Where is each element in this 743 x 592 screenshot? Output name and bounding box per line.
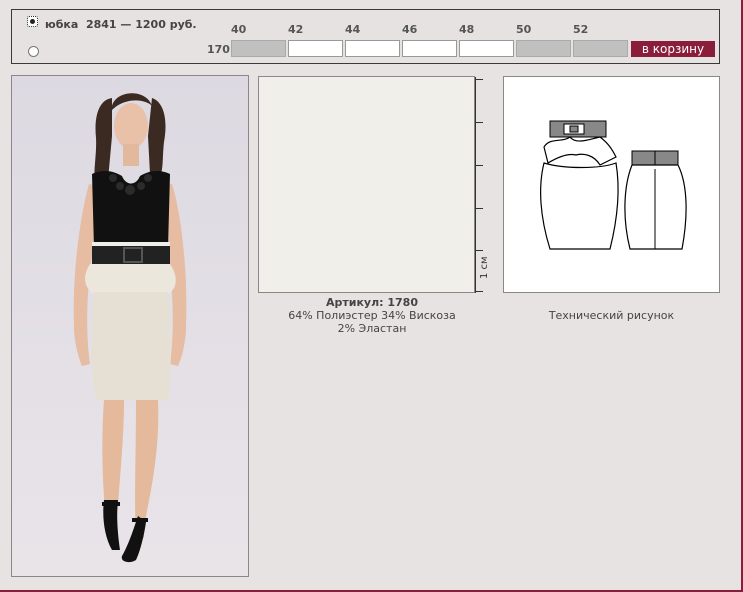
variant-radio-selected[interactable] [27,16,38,27]
size-label-52: 52 [573,23,589,36]
product-name: юбка [45,18,79,31]
size-cell-46[interactable] [402,40,457,57]
ruler-tick [475,165,483,166]
product-price: 1200 руб. [135,18,197,31]
size-cell-52 [573,40,628,57]
size-cell-40 [231,40,286,57]
composition-line-2: 2% Эластан [337,322,407,335]
product-code: 2841 [85,18,117,31]
ruler-tick [475,122,483,123]
add-to-cart-button[interactable]: в корзину [631,41,715,57]
size-label-44: 44 [345,23,361,36]
title-separator: — [120,18,132,31]
ruler-tick [475,79,483,80]
ruler-tick [475,291,483,292]
model-figure-image [73,93,187,563]
ruler-tick [475,208,483,209]
size-label-50: 50 [516,23,532,36]
composition-line-1: 64% Полиэстер 34% Вискоза [288,309,456,322]
product-title: юбка 2841 — 1200 руб. [45,18,197,31]
ruler-label: 1 см [479,256,490,279]
technical-drawing-caption: Технический рисунок [548,309,675,322]
skirt-sketch [540,120,687,250]
size-cell-42[interactable] [288,40,343,57]
size-label-42: 42 [288,23,304,36]
ruler-tick [475,250,483,251]
model-photo [11,75,249,577]
ruler-line [475,77,476,293]
size-label-40: 40 [231,23,247,36]
size-cell-44[interactable] [345,40,400,57]
article-number: Артикул: 1780 [325,296,418,309]
size-cell-50 [516,40,571,57]
technical-drawing [503,76,720,293]
size-label-48: 48 [459,23,475,36]
variant-radio[interactable] [28,46,39,57]
size-label-46: 46 [402,23,418,36]
fabric-info: Артикул: 1780 64% Полиэстер 34% Вискоза … [258,296,486,335]
height-label: 170 [207,43,230,56]
fabric-swatch [258,76,475,293]
size-cell-48[interactable] [459,40,514,57]
order-panel: юбка 2841 — 1200 руб. 40 42 44 46 48 50 … [11,9,720,64]
